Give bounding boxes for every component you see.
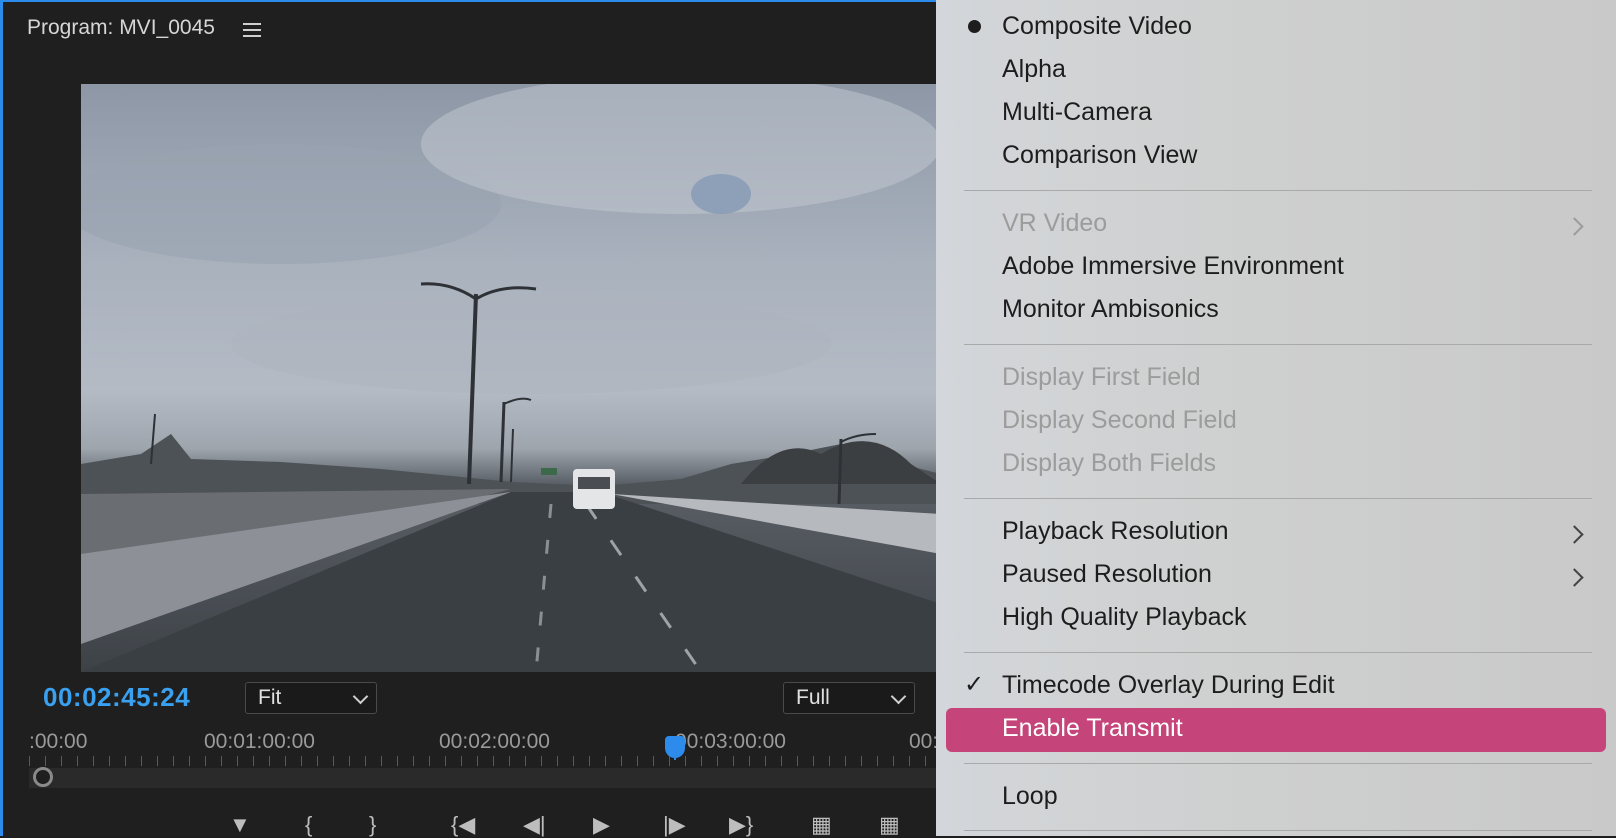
- menu-item-multi-camera[interactable]: Multi-Camera: [1002, 98, 1152, 127]
- menu-separator: [964, 344, 1592, 345]
- scrollbar-handle[interactable]: [33, 767, 53, 787]
- go-to-out-icon[interactable]: ▶}: [729, 814, 753, 836]
- monitor-context-menu: Composite Video Alpha Multi-Camera Compa…: [936, 0, 1616, 836]
- ruler-label: :00:00: [29, 730, 88, 753]
- menu-separator: [964, 190, 1592, 191]
- zoom-scrollbar[interactable]: [29, 768, 939, 788]
- zoom-level-value: Fit: [258, 686, 282, 709]
- ruler-label: 00:01:00:00: [204, 730, 315, 753]
- menu-item-monitor-ambisonics[interactable]: Monitor Ambisonics: [1002, 295, 1219, 324]
- menu-separator: [964, 763, 1592, 764]
- add-marker-icon[interactable]: ▼: [229, 814, 251, 836]
- menu-item-paused-resolution[interactable]: Paused Resolution: [1002, 560, 1212, 589]
- menu-item-display-second-field: Display Second Field: [1002, 406, 1237, 434]
- mark-out-icon[interactable]: }: [369, 814, 376, 836]
- video-preview[interactable]: [81, 84, 941, 672]
- chevron-right-icon: [1565, 525, 1584, 544]
- menu-item-display-first-field: Display First Field: [1002, 363, 1201, 391]
- playhead-line: [674, 754, 676, 760]
- menu-separator: [964, 830, 1592, 831]
- chevron-down-icon: [890, 688, 907, 705]
- menu-item-playback-resolution[interactable]: Playback Resolution: [1002, 517, 1229, 546]
- chevron-down-icon: [352, 688, 369, 705]
- chevron-right-icon: [1565, 568, 1584, 587]
- menu-item-comparison-view[interactable]: Comparison View: [1002, 141, 1197, 170]
- ruler-label: 00:03:00:00: [675, 730, 786, 753]
- menu-item-high-quality-playback[interactable]: High Quality Playback: [1002, 603, 1247, 632]
- zoom-level-select[interactable]: Fit: [245, 682, 377, 714]
- lift-icon[interactable]: ▦: [811, 814, 832, 836]
- mark-in-icon[interactable]: {: [305, 814, 312, 836]
- panel-menu-icon[interactable]: [243, 23, 261, 41]
- menu-item-timecode-overlay[interactable]: Timecode Overlay During Edit: [1002, 671, 1335, 700]
- ruler-ticks: [29, 756, 939, 766]
- transport-controls: ▼ { } {◀ ◀| ▶ |▶ ▶} ▦ ▦: [3, 812, 943, 838]
- go-to-in-icon[interactable]: {◀: [451, 814, 475, 836]
- menu-item-adobe-immersive-environment[interactable]: Adobe Immersive Environment: [1002, 252, 1344, 281]
- ruler-label: 00:: [909, 730, 939, 753]
- play-icon[interactable]: ▶: [593, 814, 610, 836]
- menu-item-display-both-fields: Display Both Fields: [1002, 449, 1216, 477]
- menu-item-alpha[interactable]: Alpha: [1002, 55, 1066, 84]
- menu-item-loop[interactable]: Loop: [1002, 782, 1058, 811]
- menu-item-composite-video[interactable]: Composite Video: [1002, 12, 1192, 41]
- playback-resolution-select[interactable]: Full: [783, 682, 915, 714]
- panel-title[interactable]: Program: MVI_0045: [27, 16, 215, 40]
- menu-separator: [964, 498, 1592, 499]
- menu-item-vr-video: VR Video: [1002, 209, 1108, 237]
- road-scene-image: [81, 84, 941, 672]
- selected-bullet-icon: [968, 20, 981, 33]
- chevron-right-icon: [1565, 217, 1584, 236]
- menu-separator: [964, 652, 1592, 653]
- ruler-label: 00:02:00:00: [439, 730, 550, 753]
- extract-icon[interactable]: ▦: [879, 814, 900, 836]
- checkmark-icon: ✓: [964, 671, 985, 698]
- step-forward-icon[interactable]: |▶: [663, 814, 686, 836]
- menu-item-enable-transmit[interactable]: Enable Transmit: [1002, 714, 1183, 743]
- time-ruler[interactable]: :00:00 00:01:00:00 00:02:00:00 00:03:00:…: [29, 730, 939, 766]
- step-back-icon[interactable]: ◀|: [523, 814, 546, 836]
- playback-resolution-value: Full: [796, 686, 830, 709]
- playhead-timecode[interactable]: 00:02:45:24: [43, 682, 190, 713]
